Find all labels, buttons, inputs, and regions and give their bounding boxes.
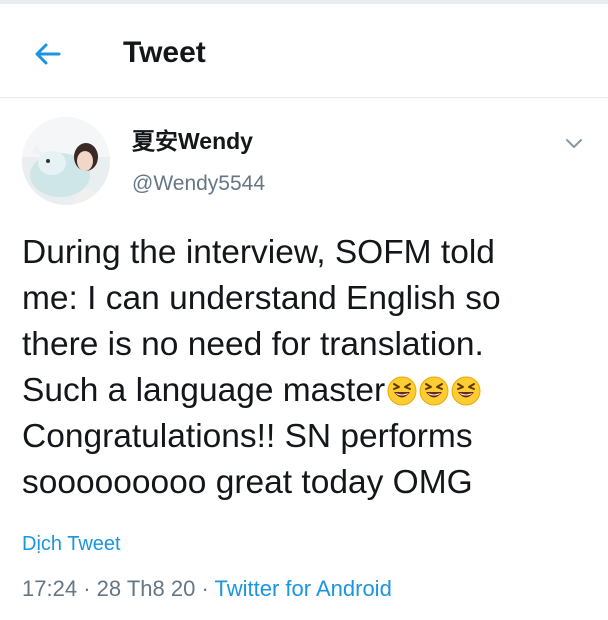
tweet-meta: 17:24 · 28 Th8 20 · Twitter for Android bbox=[22, 574, 392, 604]
author-name[interactable]: 夏安Wendy bbox=[132, 126, 253, 156]
tweet-line: sooooooooo great today OMG bbox=[22, 464, 473, 501]
grinning-squinting-face-emoji bbox=[387, 376, 417, 406]
header-bar: Tweet bbox=[0, 4, 608, 98]
tweet-line: Congratulations!! SN performs bbox=[22, 418, 473, 455]
author-handle[interactable]: @Wendy5544 bbox=[132, 170, 265, 198]
tweet-line-text: Such a language master bbox=[22, 372, 386, 409]
arrow-left-icon bbox=[35, 43, 61, 65]
tweet-source-link[interactable]: Twitter for Android bbox=[215, 576, 392, 601]
back-button[interactable] bbox=[28, 34, 68, 74]
tweet-time: 17:24 bbox=[22, 576, 78, 601]
tweet-line: me: I can understand English so bbox=[22, 280, 501, 317]
meta-separator: · bbox=[201, 576, 209, 601]
tweet-text: During the interview, SOFM told me: I ca… bbox=[22, 230, 596, 506]
translate-tweet-link[interactable]: Dịch Tweet bbox=[22, 531, 121, 557]
meta-separator: · bbox=[83, 576, 91, 601]
tweet-menu-button[interactable] bbox=[560, 130, 588, 158]
grinning-squinting-face-emoji bbox=[419, 376, 449, 406]
tweet-line: there is no need for translation. bbox=[22, 326, 484, 363]
tweet-date: 28 Th8 20 bbox=[96, 576, 196, 601]
tweet-line: During the interview, SOFM told bbox=[22, 234, 495, 271]
chevron-down-icon bbox=[566, 139, 582, 148]
grinning-squinting-face-emoji bbox=[451, 376, 481, 406]
tweet-line-with-emoji: Such a language master bbox=[22, 368, 596, 414]
avatar[interactable] bbox=[22, 117, 110, 205]
page-title: Tweet bbox=[123, 36, 206, 69]
avatar-image bbox=[22, 117, 110, 205]
